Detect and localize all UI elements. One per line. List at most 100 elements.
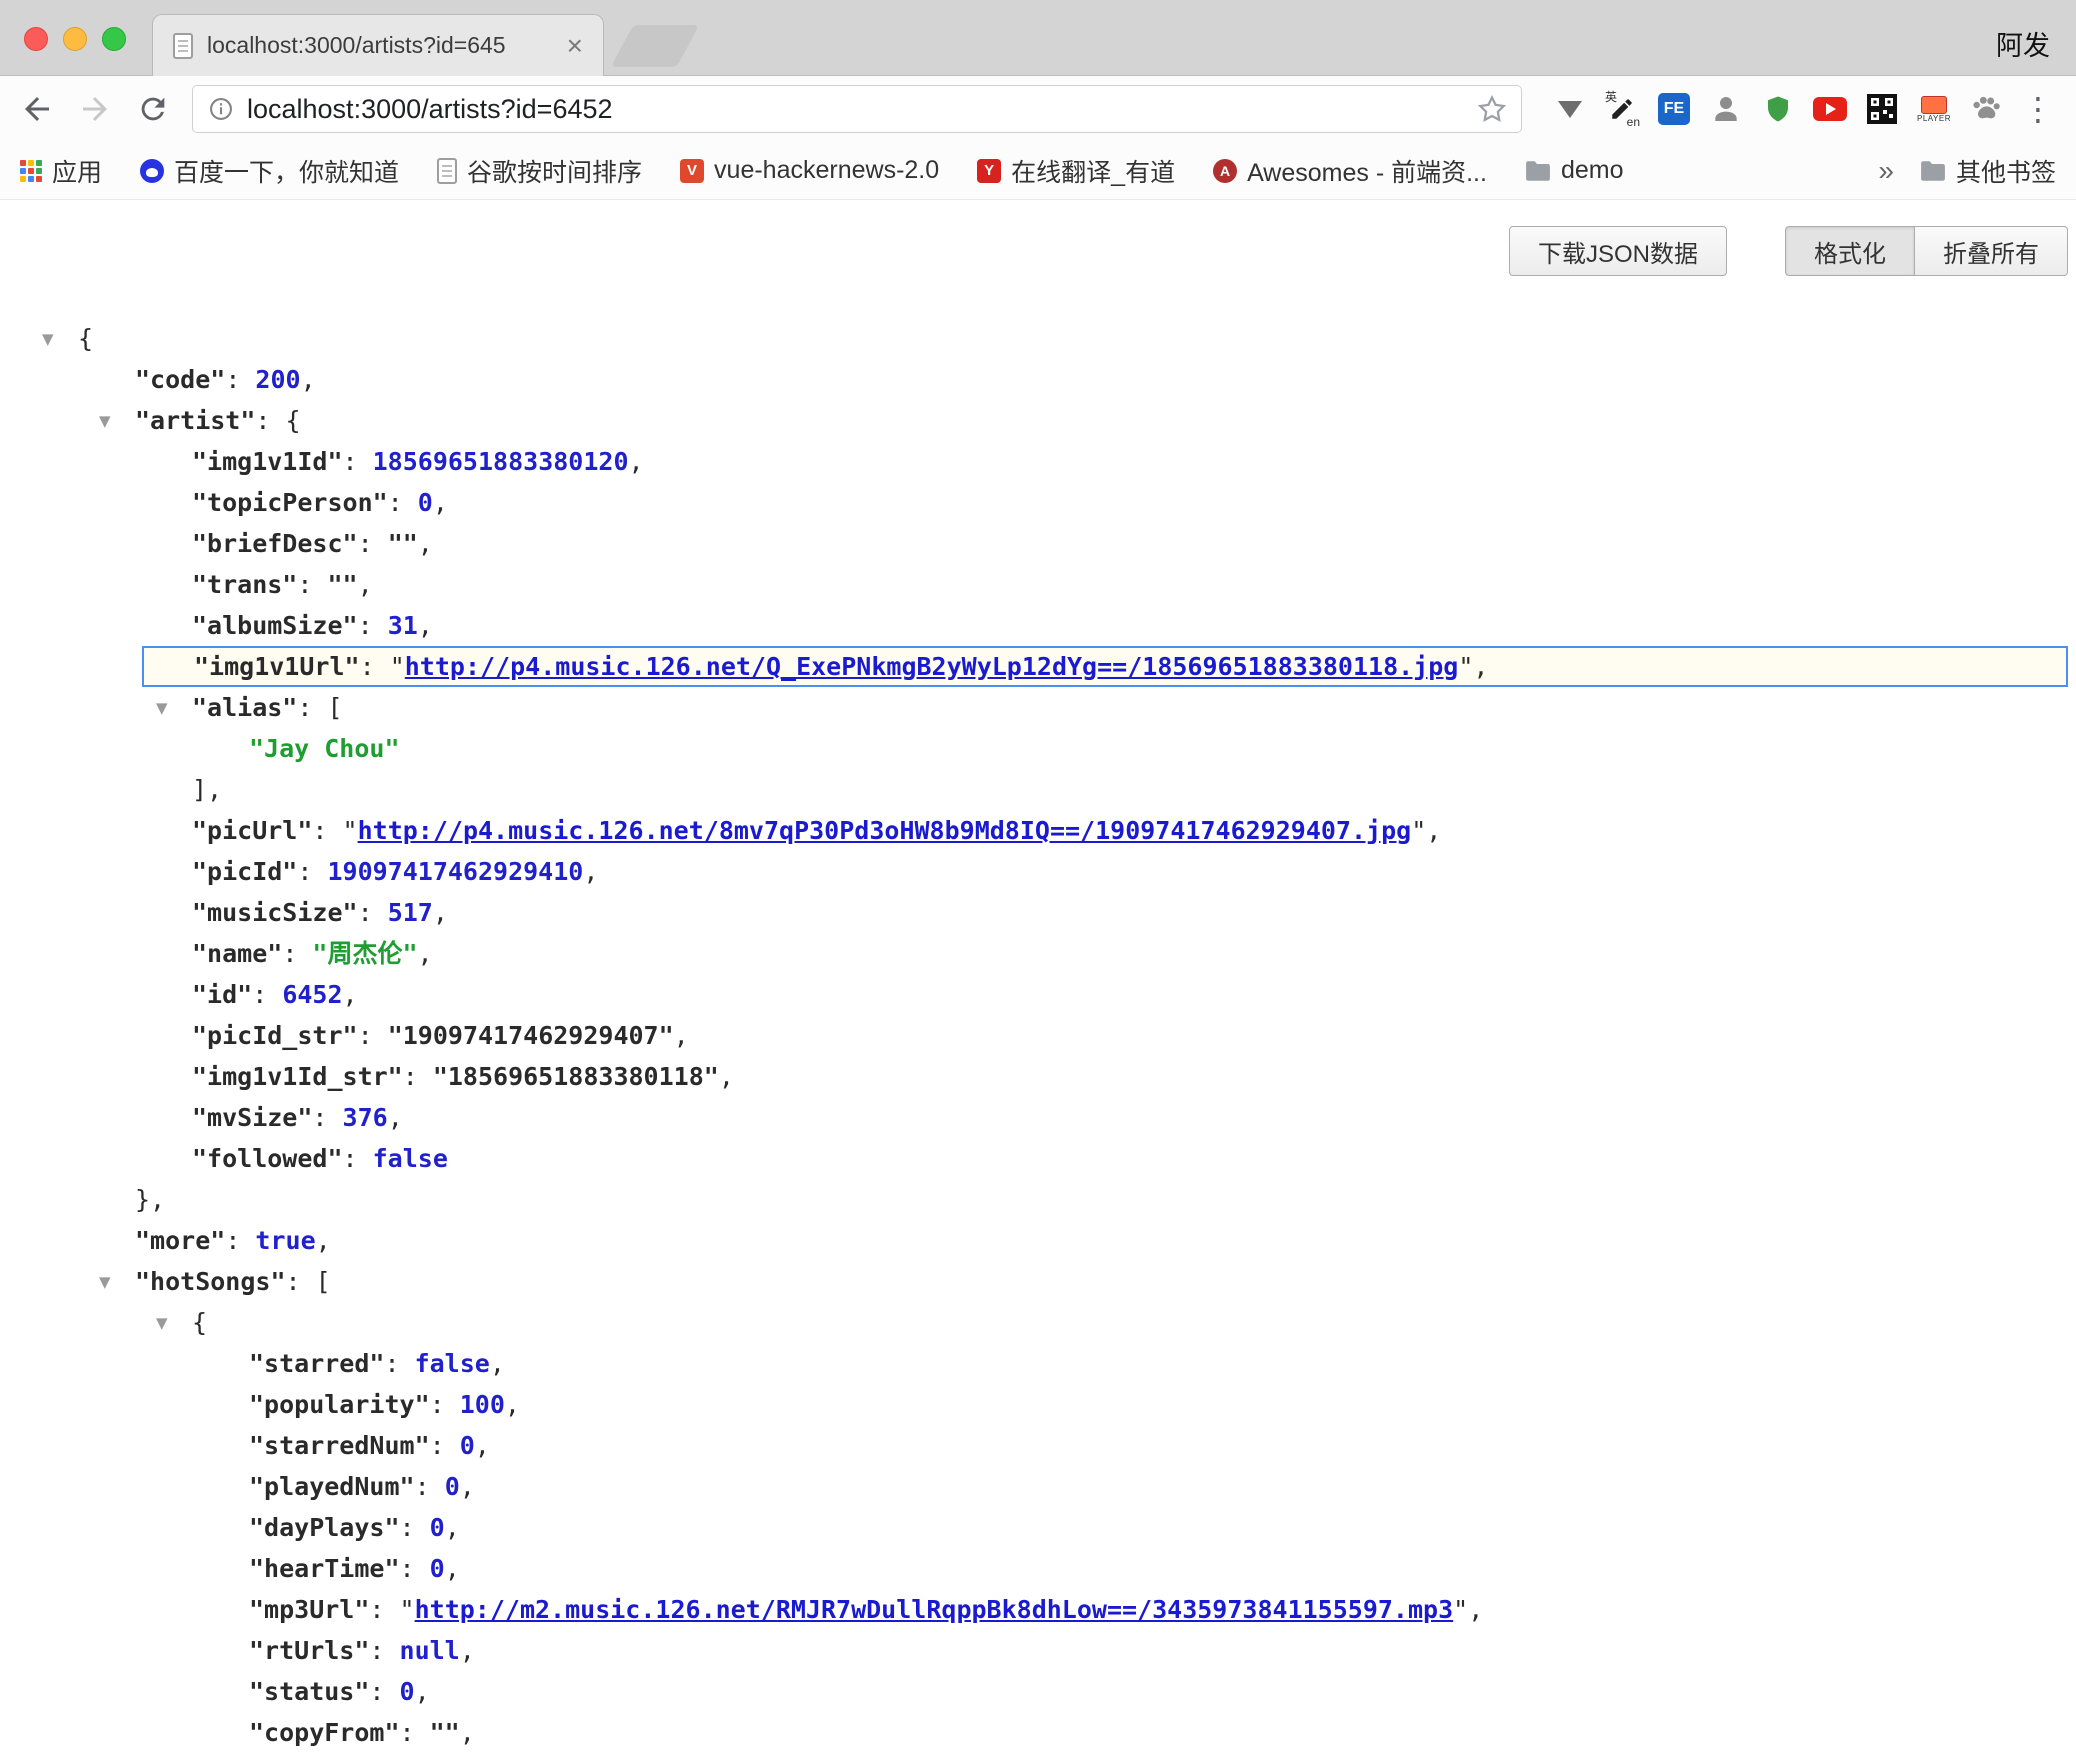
json-token-p: : xyxy=(415,1472,445,1501)
bookmark-vue-hackernews[interactable]: V vue-hackernews-2.0 xyxy=(680,156,939,185)
json-url-link[interactable]: http://p4.music.126.net/Q_ExePNkmgB2yWyL… xyxy=(405,652,1459,681)
json-line: "name": "周杰伦", xyxy=(0,933,2076,974)
bookmark-label: 百度一下，你就知道 xyxy=(174,153,399,189)
json-line: "picId_str": "19097417462929407", xyxy=(0,1015,2076,1056)
download-json-button[interactable]: 下载JSON数据 xyxy=(1509,226,1727,276)
json-url-link[interactable]: http://p4.music.126.net/8mv7qP30Pd3oHW8b… xyxy=(358,816,1412,845)
view-mode-segment: 格式化 折叠所有 xyxy=(1785,226,2068,276)
json-url-link[interactable]: http://m2.music.126.net/RMJR7wDullRqppBk… xyxy=(415,1595,1454,1624)
player-extension-icon[interactable]: PLAYER xyxy=(1914,87,1954,131)
other-bookmarks-folder[interactable]: 其他书签 xyxy=(1920,153,2056,189)
address-bar[interactable]: localhost:3000/artists?id=6452 xyxy=(192,85,1522,133)
json-token-p: : xyxy=(400,1513,430,1542)
json-token-p: : xyxy=(252,980,282,1009)
profile-extension-icon[interactable] xyxy=(1706,87,1746,131)
json-token-p: : xyxy=(369,1595,399,1624)
profile-name: 阿发 xyxy=(1996,24,2050,63)
collapse-all-button[interactable]: 折叠所有 xyxy=(1915,226,2068,276)
json-line: ▼{ xyxy=(0,318,2076,359)
window-minimize-button[interactable] xyxy=(63,27,87,51)
qr-extension-icon[interactable] xyxy=(1862,87,1902,131)
format-button[interactable]: 格式化 xyxy=(1785,226,1915,276)
bookmark-demo-folder[interactable]: demo xyxy=(1525,156,1624,185)
json-token-s: "周杰伦" xyxy=(312,939,417,968)
translate-extension-icon[interactable]: 英 en xyxy=(1602,87,1642,131)
json-line: "trans": "", xyxy=(0,564,2076,605)
qr-code-icon xyxy=(1867,94,1897,124)
json-token-p: : xyxy=(358,529,388,558)
json-token-p: , xyxy=(460,1472,475,1501)
fe-extension-icon[interactable]: FE xyxy=(1654,87,1694,131)
collapse-toggle-icon[interactable]: ▼ xyxy=(156,1303,192,1344)
collapse-toggle-icon[interactable]: ▼ xyxy=(42,319,78,360)
browser-menu-button[interactable]: ⋮ xyxy=(2018,87,2058,131)
bookmark-label: Awesomes - 前端资... xyxy=(1247,153,1487,189)
json-token-p: : xyxy=(282,939,312,968)
collapse-toggle-icon[interactable]: ▼ xyxy=(99,401,135,442)
json-token-k: "picUrl" xyxy=(192,816,312,845)
reload-button[interactable] xyxy=(134,90,172,128)
person-icon xyxy=(1710,93,1742,125)
tab-close-icon[interactable]: × xyxy=(567,32,583,60)
json-token-p: , xyxy=(475,1431,490,1460)
json-token-p: , xyxy=(674,1021,689,1050)
json-token-s: "Jay Chou" xyxy=(249,734,400,763)
json-token-p: : xyxy=(297,693,327,722)
json-line: "starredNum": 0, xyxy=(0,1425,2076,1466)
bookmark-apps[interactable]: 应用 xyxy=(20,153,102,189)
folder-icon xyxy=(1920,160,1946,182)
youtube-extension-icon[interactable] xyxy=(1810,87,1850,131)
json-token-p: : xyxy=(358,898,388,927)
json-token-p: }, xyxy=(135,1185,165,1214)
json-token-k: "musicSize" xyxy=(192,898,358,927)
bookmark-awesomes[interactable]: A Awesomes - 前端资... xyxy=(1213,153,1487,189)
json-token-n: 376 xyxy=(343,1103,388,1132)
json-line: "mvSize": 376, xyxy=(0,1097,2076,1138)
json-token-k: "trans" xyxy=(192,570,297,599)
bookmark-baidu[interactable]: 百度一下，你就知道 xyxy=(140,153,399,189)
json-token-p: , xyxy=(445,1554,460,1583)
browser-tab[interactable]: localhost:3000/artists?id=645 × xyxy=(152,14,604,76)
bookmark-star-icon[interactable] xyxy=(1477,94,1507,124)
json-token-d: "" xyxy=(388,529,418,558)
bookmark-label: demo xyxy=(1561,156,1624,185)
shield-extension-icon[interactable] xyxy=(1758,87,1798,131)
json-token-p: : xyxy=(369,1677,399,1706)
back-button[interactable] xyxy=(18,90,56,128)
json-line: ], xyxy=(0,769,2076,810)
collapse-toggle-icon[interactable]: ▼ xyxy=(99,1262,135,1303)
bookmark-label: 在线翻译_有道 xyxy=(1011,153,1175,189)
json-token-k: "alias" xyxy=(192,693,297,722)
page-info-icon[interactable] xyxy=(207,95,235,123)
json-line: "code": 200, xyxy=(0,359,2076,400)
json-token-p: , xyxy=(490,1349,505,1378)
json-token-n: 200 xyxy=(255,365,300,394)
json-token-p: " xyxy=(390,652,405,681)
json-token-k: "dayPlays" xyxy=(249,1513,400,1542)
json-token-p: ", xyxy=(1411,816,1441,845)
window-zoom-button[interactable] xyxy=(102,27,126,51)
forward-button[interactable] xyxy=(76,90,114,128)
json-token-p: , xyxy=(719,1062,734,1091)
bookmark-google-sort[interactable]: 谷歌按时间排序 xyxy=(437,153,642,189)
json-token-p: , xyxy=(460,1718,475,1747)
bookmark-youdao[interactable]: Y 在线翻译_有道 xyxy=(977,153,1175,189)
json-line: "musicSize": 517, xyxy=(0,892,2076,933)
json-token-n: 0 xyxy=(430,1513,445,1542)
json-token-p: : xyxy=(297,570,327,599)
collapse-toggle-icon[interactable]: ▼ xyxy=(156,688,192,729)
extensions-area: 英 en FE PLAYER ⋮ xyxy=(1550,87,2058,131)
new-tab-button[interactable] xyxy=(611,25,699,67)
gray-v-extension-icon[interactable] xyxy=(1550,87,1590,131)
green-shield-icon xyxy=(1763,94,1793,124)
json-token-k: "name" xyxy=(192,939,282,968)
bookmarks-overflow-icon[interactable]: » xyxy=(1878,155,1894,187)
json-token-k: "hearTime" xyxy=(249,1554,400,1583)
json-token-d: "" xyxy=(430,1718,460,1747)
json-token-k: "picId_str" xyxy=(192,1021,358,1050)
json-token-n: 6452 xyxy=(282,980,342,1009)
paw-extension-icon[interactable] xyxy=(1966,87,2006,131)
window-close-button[interactable] xyxy=(24,27,48,51)
player-label: PLAYER xyxy=(1917,114,1951,123)
json-token-p: , xyxy=(343,980,358,1009)
